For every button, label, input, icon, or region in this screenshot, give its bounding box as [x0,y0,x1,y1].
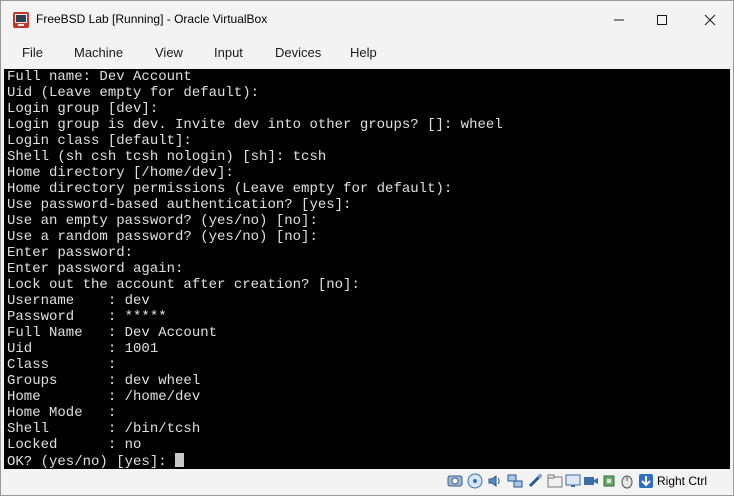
menu-bar: File Machine View Input Devices Help [1,39,733,67]
console-line: Uid (Leave empty for default): [7,85,260,101]
console-line: Home Mode : [7,405,117,421]
console-line: Lock out the account after creation? [no… [7,277,360,293]
console-line: Home : /home/dev [7,389,201,405]
console-prompt: OK? (yes/no) [yes]: [7,454,176,469]
console-line: Class : [7,357,117,373]
menu-help[interactable]: Help [350,45,377,60]
menu-view[interactable]: View [155,45,183,60]
title-bar[interactable]: FreeBSD Lab [Running] - Oracle VirtualBo… [1,1,733,39]
shared-folders-icon[interactable] [547,473,563,489]
console-line: Locked : no [7,437,142,453]
console-line: Password : ***** [7,309,167,325]
console-line: Use password-based authentication? [yes]… [7,197,352,213]
virtualbox-window: FreeBSD Lab [Running] - Oracle VirtualBo… [0,0,734,496]
console-line: Use a random password? (yes/no) [no]: [7,229,318,245]
video-capture-icon[interactable] [583,473,599,489]
mouse-integration-icon[interactable] [619,473,635,489]
network-icon[interactable] [507,473,523,489]
console-line: Full Name : Dev Account [7,325,218,341]
console-line: Enter password again: [7,261,184,277]
hard-disk-icon[interactable] [447,473,463,489]
virtualbox-app-icon [13,12,29,28]
keyboard-capture-icon[interactable] [638,473,654,489]
menu-file[interactable]: File [22,45,43,60]
window-title: FreeBSD Lab [Running] - Oracle VirtualBo… [36,12,268,26]
close-icon [704,14,716,26]
audio-icon[interactable] [487,473,503,489]
console-line: Username : dev [7,293,150,309]
cpu-icon[interactable] [601,473,617,489]
status-bar: Right Ctrl [1,469,733,495]
console-line: Enter password: [7,245,134,261]
console-line: Login group is dev. Invite dev into othe… [7,117,503,133]
maximize-icon [657,15,667,25]
close-button[interactable] [687,1,733,39]
minimize-button[interactable] [596,1,642,39]
host-key-label[interactable]: Right Ctrl [657,474,707,488]
console-line: Home directory [/home/dev]: [7,165,234,181]
text-cursor [175,453,185,467]
console-prompt-line: OK? (yes/no) [yes]: [7,453,185,469]
vm-console-screen[interactable]: Full name: Dev Account Uid (Leave empty … [4,69,730,469]
console-line: Login group [dev]: [7,101,159,117]
maximize-button[interactable] [639,1,685,39]
menu-input[interactable]: Input [214,45,243,60]
console-line: Use an empty password? (yes/no) [no]: [7,213,318,229]
console-line: Groups : dev wheel [7,373,201,389]
usb-icon[interactable] [527,473,543,489]
console-line: Login class [default]: [7,133,192,149]
console-line: Shell : /bin/tcsh [7,421,201,437]
menu-devices[interactable]: Devices [275,45,321,60]
display-icon[interactable] [565,473,581,489]
console-line: Home directory permissions (Leave empty … [7,181,453,197]
menu-machine[interactable]: Machine [74,45,123,60]
minimize-icon [614,19,624,21]
console-line: Uid : 1001 [7,341,159,357]
console-line: Full name: Dev Account [7,69,192,85]
optical-drive-icon[interactable] [467,473,483,489]
console-line: Shell (sh csh tcsh nologin) [sh]: tcsh [7,149,327,165]
